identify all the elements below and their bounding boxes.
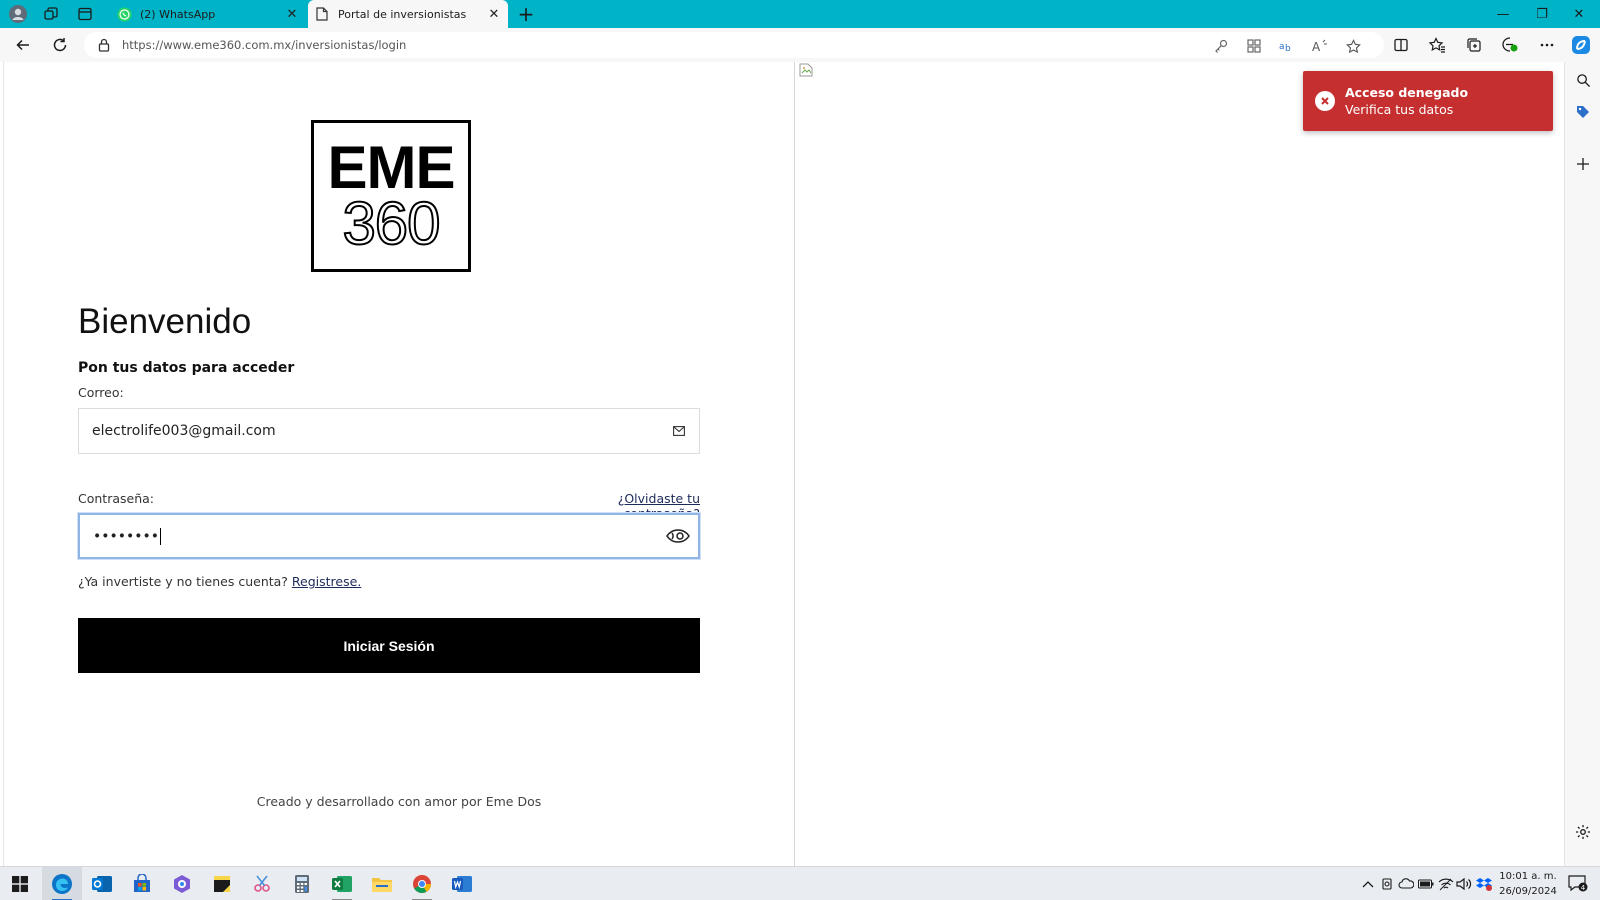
minimize-button[interactable]: — xyxy=(1488,4,1518,24)
taskbar-store-icon[interactable] xyxy=(122,867,162,900)
broken-image-icon xyxy=(799,63,813,77)
wifi-icon[interactable] xyxy=(1438,876,1454,892)
system-clock[interactable]: 10:01 a. m. 26/09/2024 xyxy=(1496,869,1560,899)
whatsapp-icon xyxy=(116,6,132,22)
password-label: Contraseña: xyxy=(78,491,154,506)
email-label: Correo: xyxy=(78,385,124,400)
email-value: electrolife003@gmail.com xyxy=(92,423,276,439)
copilot-icon[interactable] xyxy=(1571,35,1591,55)
taskbar-excel-icon[interactable] xyxy=(322,867,362,900)
taskbar-word-icon[interactable] xyxy=(442,867,482,900)
page-title: Bienvenido xyxy=(78,302,252,341)
login-panel: EME 360 Bienvenido Pon tus datos para ac… xyxy=(4,62,794,866)
taskbar-copilot-app-icon[interactable] xyxy=(162,867,202,900)
notification-count: 4 xyxy=(1581,884,1586,892)
shopping-tag-icon[interactable] xyxy=(1573,102,1593,122)
envelope-icon xyxy=(667,421,691,441)
page-footer: Creado y desarrollado con amor por Eme D… xyxy=(256,794,542,809)
meet-now-icon[interactable] xyxy=(1380,876,1396,892)
profile-avatar-icon[interactable] xyxy=(9,5,27,23)
url-host: https://www.eme360.com.mx xyxy=(122,38,292,52)
taskbar-outlook-icon[interactable] xyxy=(82,867,122,900)
eme360-logo: EME 360 xyxy=(311,120,471,272)
toast-title: Acceso denegado xyxy=(1345,85,1469,100)
register-prompt-text: ¿Ya invertiste y no tienes cuenta? xyxy=(78,574,288,589)
password-key-icon[interactable] xyxy=(1212,37,1230,55)
text-caret xyxy=(160,527,162,545)
windows-taskbar: 10:01 a. m. 26/09/2024 4 xyxy=(0,866,1600,900)
taskbar-snipping-tool-icon[interactable] xyxy=(242,867,282,900)
eye-icon[interactable] xyxy=(666,526,690,546)
password-masked-text: •••••••• xyxy=(93,528,160,544)
taskbar-calculator-icon[interactable] xyxy=(282,867,322,900)
logo-line-2: 360 xyxy=(341,190,441,257)
taskbar-chrome-icon[interactable] xyxy=(402,867,442,900)
taskbar-file-explorer-icon[interactable] xyxy=(362,867,402,900)
volume-speaker-icon[interactable] xyxy=(1456,876,1472,892)
login-submit-button[interactable]: Iniciar Sesión xyxy=(78,618,700,673)
show-hidden-icons-chevron-icon[interactable] xyxy=(1360,876,1376,892)
split-screen-icon[interactable] xyxy=(1391,35,1411,55)
search-icon[interactable] xyxy=(1573,70,1593,90)
email-field[interactable]: electrolife003@gmail.com xyxy=(78,408,700,454)
refresh-icon[interactable] xyxy=(49,34,71,56)
battery-icon[interactable] xyxy=(1418,876,1434,892)
tab-portal-inversionistas[interactable]: Portal de inversionistas ✕ xyxy=(308,0,508,28)
toast-text: Acceso denegado Verifica tus datos xyxy=(1345,85,1468,117)
login-subtitle: Pon tus datos para acceder xyxy=(78,360,295,376)
error-toast[interactable]: Acceso denegado Verifica tus datos xyxy=(1303,71,1553,131)
taskbar-edge-icon[interactable] xyxy=(42,867,82,900)
pane-divider xyxy=(794,62,795,866)
svg-text:A: A xyxy=(1312,40,1321,53)
tab-whatsapp[interactable]: (2) WhatsApp ✕ xyxy=(110,0,306,28)
browser-tab-strip: (2) WhatsApp ✕ Portal de inversionistas … xyxy=(0,0,1600,28)
add-sidebar-app-icon[interactable] xyxy=(1573,154,1593,174)
browser-essentials-icon[interactable] xyxy=(1500,35,1520,55)
logo-line-1: EME xyxy=(327,134,455,201)
tab-title: Portal de inversionistas xyxy=(338,7,467,21)
more-options-icon[interactable] xyxy=(1537,35,1557,55)
page-document-icon xyxy=(314,6,330,22)
tab-close-icon[interactable]: ✕ xyxy=(282,4,302,24)
clock-date: 26/09/2024 xyxy=(1499,886,1557,897)
close-window-button[interactable]: ✕ xyxy=(1564,4,1594,24)
register-link[interactable]: Registrese. xyxy=(292,574,361,589)
tab-title: (2) WhatsApp xyxy=(140,7,216,21)
collections-icon[interactable] xyxy=(1464,35,1484,55)
read-aloud-icon[interactable]: A xyxy=(1311,37,1329,55)
apps-install-icon[interactable] xyxy=(1245,37,1263,55)
translate-icon[interactable]: ab xyxy=(1278,37,1296,55)
dropbox-alert-icon[interactable] xyxy=(1476,876,1492,892)
notification-center-icon[interactable]: 4 xyxy=(1566,874,1590,894)
register-prompt: ¿Ya invertiste y no tienes cuenta? Regis… xyxy=(78,574,361,589)
url-path: /inversionistas/login xyxy=(291,38,407,52)
onedrive-cloud-icon[interactable] xyxy=(1398,876,1414,892)
taskbar-sticky-notes-icon[interactable] xyxy=(202,867,242,900)
password-value: •••••••• xyxy=(80,527,666,545)
svg-text:a: a xyxy=(1279,42,1285,52)
password-field[interactable]: •••••••• xyxy=(78,513,700,559)
tab-actions-icon[interactable] xyxy=(76,5,94,23)
favorites-icon[interactable] xyxy=(1427,35,1447,55)
address-bar[interactable]: https://www.eme360.com.mx/inversionistas… xyxy=(84,32,1384,58)
sidebar-settings-gear-icon[interactable] xyxy=(1573,822,1593,842)
toast-message: Verifica tus datos xyxy=(1345,102,1454,117)
workspaces-icon[interactable] xyxy=(42,5,60,23)
restore-button[interactable]: ❐ xyxy=(1527,4,1557,24)
svg-text:b: b xyxy=(1285,44,1291,53)
windows-start-icon[interactable] xyxy=(0,867,40,900)
lock-icon[interactable] xyxy=(96,37,112,53)
new-tab-button[interactable]: + xyxy=(516,4,536,24)
tab-close-icon[interactable]: ✕ xyxy=(484,4,504,24)
back-arrow-icon[interactable] xyxy=(12,34,34,56)
browser-toolbar: https://www.eme360.com.mx/inversionistas… xyxy=(0,28,1600,62)
error-x-icon xyxy=(1315,91,1335,111)
favorite-star-icon[interactable] xyxy=(1344,37,1362,55)
clock-time: 10:01 a. m. xyxy=(1499,871,1557,882)
url-text: https://www.eme360.com.mx/inversionistas… xyxy=(122,38,406,52)
web-page: EME 360 Bienvenido Pon tus datos para ac… xyxy=(3,62,1564,866)
edge-sidebar xyxy=(1564,62,1600,866)
